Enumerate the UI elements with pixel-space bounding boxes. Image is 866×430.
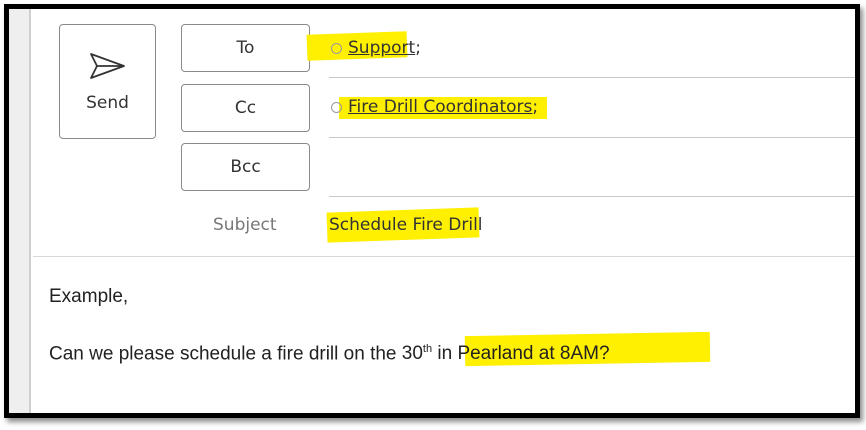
recipient-separator: ; <box>415 38 421 58</box>
body-text-segment: Can we please schedule a fire drill on t… <box>49 343 402 365</box>
body-text-segment: in Pearland at 8AM? <box>432 343 610 365</box>
body-date-suffix: th <box>422 343 433 355</box>
header-body-divider <box>33 256 855 257</box>
presence-circle-icon <box>331 101 342 113</box>
message-body-line[interactable]: Can we please schedule a fire drill on t… <box>49 343 610 365</box>
email-compose-window: Send To Cc Bcc Support; Fire Drill Coord… <box>4 4 860 418</box>
send-icon <box>89 52 125 79</box>
to-field-underline <box>329 77 855 78</box>
cc-field-underline <box>329 137 855 138</box>
cc-field[interactable]: Fire Drill Coordinators; <box>331 97 538 117</box>
recipient-separator: ; <box>532 97 539 117</box>
presence-circle-icon <box>331 42 342 54</box>
body-date-day: 30 <box>401 343 423 365</box>
bcc-button[interactable]: Bcc <box>181 143 310 191</box>
to-button[interactable]: To <box>181 24 310 72</box>
left-panel-edge <box>9 9 31 413</box>
to-recipient-name[interactable]: Support <box>348 38 415 58</box>
bcc-button-label: Bcc <box>230 157 261 177</box>
send-button-label: Send <box>86 92 129 113</box>
to-field[interactable]: Support; <box>331 38 421 58</box>
bcc-field-underline <box>329 196 855 197</box>
cc-button[interactable]: Cc <box>181 84 310 132</box>
message-body-line[interactable]: Example, <box>49 286 128 308</box>
subject-label: Subject <box>213 215 277 235</box>
cc-recipient-name[interactable]: Fire Drill Coordinators <box>348 97 532 117</box>
send-button[interactable]: Send <box>59 24 156 139</box>
bcc-field[interactable] <box>331 155 851 185</box>
subject-input[interactable]: Schedule Fire Drill <box>329 215 483 235</box>
cc-button-label: Cc <box>234 98 257 118</box>
to-button-label: To <box>236 38 255 58</box>
